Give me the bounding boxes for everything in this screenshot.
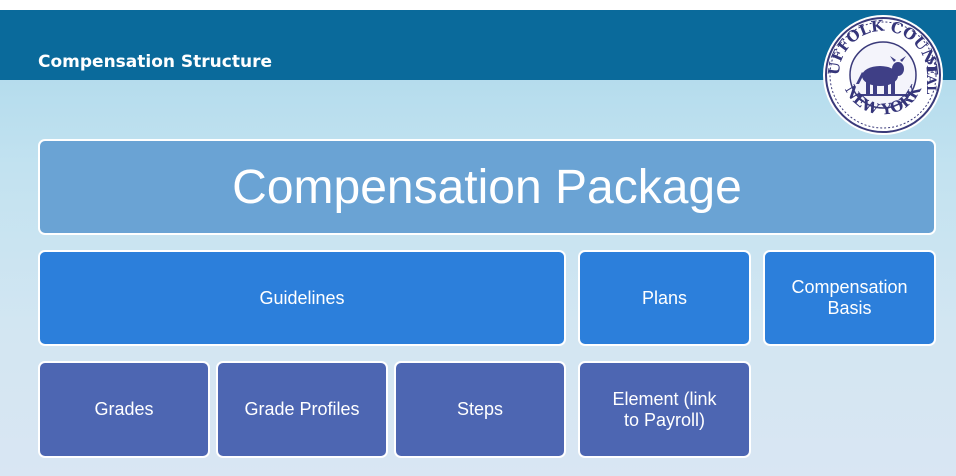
plans-label: Plans [641, 287, 688, 308]
compensation-package-label: Compensation Package [232, 160, 742, 214]
slide-title: Compensation Structure [38, 52, 272, 72]
seal-side-text: SEAL [923, 56, 938, 95]
guidelines-box: Guidelines [38, 250, 566, 346]
element-label: Element (link to Payroll) [612, 388, 717, 430]
grade-profiles-label: Grade Profiles [244, 399, 360, 419]
top-strip [0, 0, 956, 10]
element-box: Element (link to Payroll) [578, 361, 751, 458]
compensation-basis-box: Compensation Basis [763, 250, 936, 346]
steps-label: Steps [456, 399, 504, 419]
compensation-basis-label: Compensation Basis [791, 277, 908, 318]
compensation-package-box: Compensation Package [38, 139, 936, 235]
steps-box: Steps [394, 361, 566, 458]
guidelines-label: Guidelines [259, 287, 345, 308]
plans-box: Plans [578, 250, 751, 346]
grades-label: Grades [94, 399, 154, 419]
suffolk-county-seal-icon: SUFFOLK COUNTY NEW YORK SEAL [822, 14, 943, 135]
grades-box: Grades [38, 361, 210, 458]
grade-profiles-box: Grade Profiles [216, 361, 388, 458]
